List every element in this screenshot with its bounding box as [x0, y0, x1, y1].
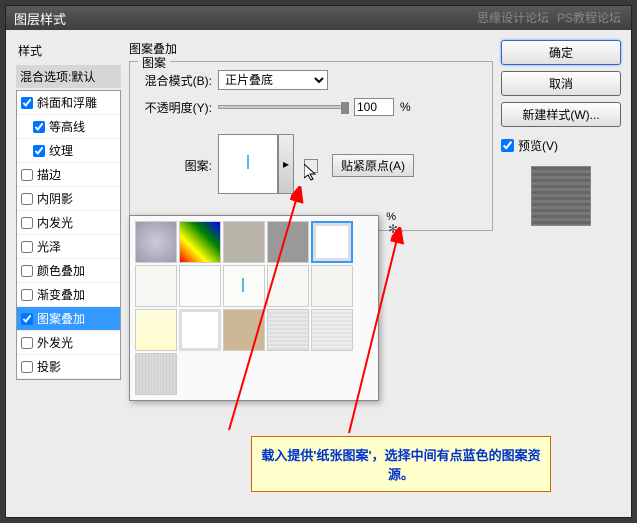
opacity-input[interactable]	[354, 98, 394, 116]
checkbox[interactable]	[21, 169, 33, 181]
pattern-grid	[135, 221, 373, 395]
opacity-label: 不透明度(Y):	[140, 99, 212, 116]
pattern-item[interactable]	[135, 353, 177, 395]
pattern-item[interactable]	[311, 309, 353, 351]
preview-checkbox[interactable]	[501, 139, 514, 152]
checkbox[interactable]	[21, 265, 33, 277]
pattern-item[interactable]	[179, 221, 221, 263]
styles-header: 样式	[16, 40, 121, 61]
style-item-color-overlay[interactable]: 颜色叠加	[17, 259, 120, 283]
pattern-item[interactable]	[223, 309, 265, 351]
checkbox[interactable]	[21, 313, 33, 325]
pattern-item-selected[interactable]	[311, 221, 353, 263]
pattern-dropdown-arrow[interactable]: ▸	[278, 134, 294, 194]
pattern-picker-popup: % ✻₊	[129, 215, 379, 401]
style-item-texture[interactable]: 纹理	[17, 139, 120, 163]
checkbox[interactable]	[21, 241, 33, 253]
opacity-slider[interactable]	[218, 105, 348, 109]
style-item-satin[interactable]: 光泽	[17, 235, 120, 259]
checkbox[interactable]	[33, 145, 45, 157]
pattern-item[interactable]	[223, 221, 265, 263]
blend-options-default[interactable]: 混合选项:默认	[16, 65, 121, 88]
settings-panel: 图案叠加 图案 混合模式(B): 正片叠底 不透明度(Y): % 图案:	[129, 40, 493, 507]
pattern-item[interactable]	[135, 265, 177, 307]
checkbox[interactable]	[21, 193, 33, 205]
titlebar[interactable]: 图层样式	[6, 6, 631, 30]
preview-toggle[interactable]: 预览(V)	[501, 137, 621, 154]
pattern-group: 图案 混合模式(B): 正片叠底 不透明度(Y): % 图案:	[129, 61, 493, 231]
ok-button[interactable]: 确定	[501, 40, 621, 65]
style-item-bevel[interactable]: 斜面和浮雕	[17, 91, 120, 115]
pattern-item[interactable]	[267, 221, 309, 263]
style-list: 斜面和浮雕 等高线 纹理 描边 内阴影 内发光 光泽 颜色叠加 渐变叠加 图案叠…	[16, 90, 121, 380]
pattern-item[interactable]	[311, 265, 353, 307]
blend-mode-select[interactable]: 正片叠底	[218, 70, 328, 90]
checkbox[interactable]	[21, 337, 33, 349]
style-item-contour[interactable]: 等高线	[17, 115, 120, 139]
pattern-item[interactable]	[179, 309, 221, 351]
pattern-item[interactable]	[135, 221, 177, 263]
style-item-outer-glow[interactable]: 外发光	[17, 331, 120, 355]
pattern-item[interactable]	[267, 265, 309, 307]
styles-sidebar: 样式 混合选项:默认 斜面和浮雕 等高线 纹理 描边 内阴影 内发光 光泽 颜色…	[16, 40, 121, 507]
layer-style-dialog: 图层样式 思缘设计论坛PS教程论坛 样式 混合选项:默认 斜面和浮雕 等高线 纹…	[5, 5, 632, 518]
checkbox[interactable]	[21, 361, 33, 373]
style-item-gradient-overlay[interactable]: 渐变叠加	[17, 283, 120, 307]
checkbox[interactable]	[21, 289, 33, 301]
style-item-pattern-overlay[interactable]: 图案叠加	[17, 307, 120, 331]
group-label: 图案	[138, 54, 170, 71]
pattern-item[interactable]	[223, 265, 265, 307]
cancel-button[interactable]: 取消	[501, 71, 621, 96]
pattern-label: 图案:	[140, 157, 212, 174]
pattern-swatch[interactable]	[218, 134, 278, 194]
annotation-callout: 载入提供'纸张图案'，选择中间有点蓝色的图案资源。	[251, 436, 551, 492]
new-preset-icon[interactable]	[304, 159, 318, 173]
slider-thumb[interactable]	[341, 102, 349, 114]
section-title: 图案叠加	[129, 40, 493, 57]
gear-icon[interactable]: ✻₊	[388, 222, 402, 236]
checkbox[interactable]	[21, 217, 33, 229]
pattern-item[interactable]	[179, 265, 221, 307]
style-item-stroke[interactable]: 描边	[17, 163, 120, 187]
opacity-unit: %	[400, 100, 411, 114]
blend-mode-label: 混合模式(B):	[140, 72, 212, 89]
preview-label: 预览(V)	[518, 137, 558, 154]
snap-origin-button[interactable]: 贴紧原点(A)	[332, 154, 414, 177]
checkbox[interactable]	[33, 121, 45, 133]
style-item-inner-glow[interactable]: 内发光	[17, 211, 120, 235]
preview-swatch	[531, 166, 591, 226]
checkbox[interactable]	[21, 97, 33, 109]
style-item-drop-shadow[interactable]: 投影	[17, 355, 120, 379]
new-style-button[interactable]: 新建样式(W)...	[501, 102, 621, 127]
window-title: 图层样式	[14, 9, 623, 28]
pattern-item[interactable]	[267, 309, 309, 351]
style-item-inner-shadow[interactable]: 内阴影	[17, 187, 120, 211]
pattern-item[interactable]	[135, 309, 177, 351]
